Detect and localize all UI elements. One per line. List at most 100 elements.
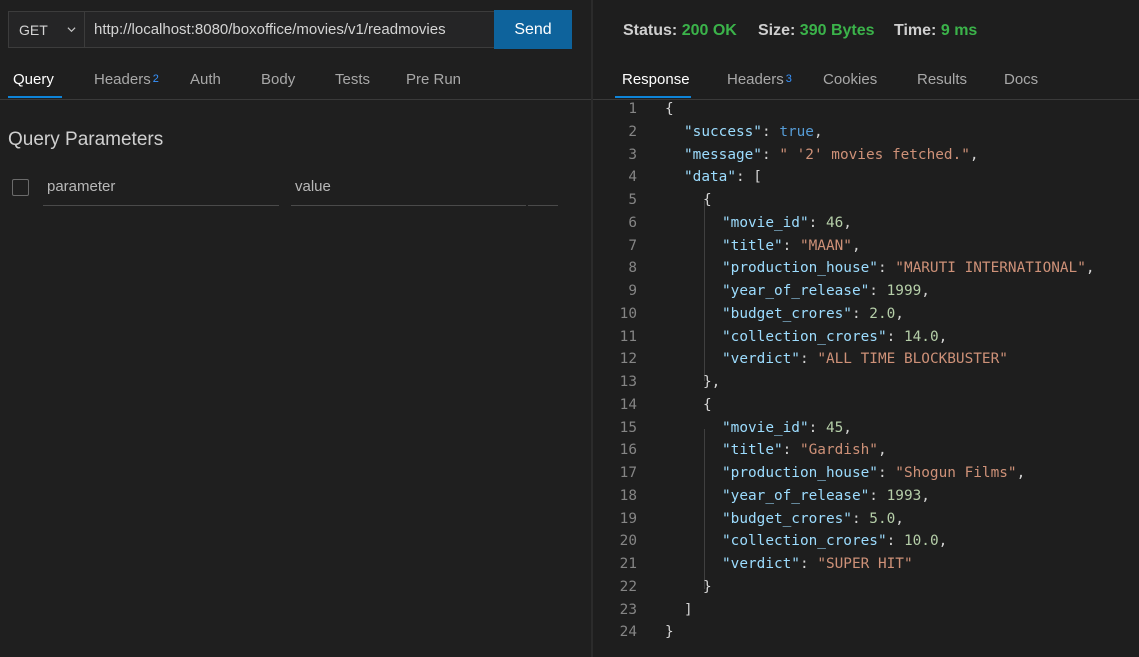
line-number: 8: [628, 260, 637, 277]
code-text: "title": "Gardish",: [722, 442, 887, 459]
line-number: 16: [619, 442, 637, 459]
line-number: 2: [628, 123, 637, 140]
code-text: "success": true,: [684, 123, 823, 140]
code-text: "message": " '2' movies fetched.",: [684, 146, 979, 163]
line-number: 20: [619, 533, 637, 550]
line-number: 7: [628, 237, 637, 254]
status-readout: Status: 200 OK: [623, 22, 737, 40]
code-line: 6 "movie_id": 46,: [593, 215, 1139, 238]
code-line: 19 "budget_crores": 5.0,: [593, 511, 1139, 534]
code-text: "year_of_release": 1993,: [722, 487, 930, 504]
code-text: "verdict": "ALL TIME BLOCKBUSTER": [722, 351, 1008, 368]
line-number: 5: [628, 192, 637, 208]
code-line: 9 "year_of_release": 1999,: [593, 283, 1139, 306]
code-line: 20 "collection_crores": 10.0,: [593, 533, 1139, 556]
query-parameters-title: Query Parameters: [8, 129, 164, 150]
line-number: 22: [619, 578, 637, 595]
code-line: 15 "movie_id": 45,: [593, 420, 1139, 443]
tab-cookies[interactable]: Cookies: [823, 71, 877, 88]
size-value: 390 Bytes: [799, 22, 875, 39]
code-text: {: [665, 101, 674, 117]
code-text: "year_of_release": 1999,: [722, 283, 930, 299]
code-text: {: [703, 396, 712, 413]
send-button[interactable]: Send: [494, 10, 572, 49]
code-text: {: [703, 192, 712, 208]
code-text: "data": [: [684, 169, 762, 186]
code-text: "movie_id": 45,: [722, 419, 852, 436]
status-value: 200 OK: [681, 22, 737, 39]
line-number: 11: [619, 328, 637, 345]
url-value: http://localhost:8080/boxoffice/movies/v…: [94, 21, 446, 38]
line-number: 12: [619, 351, 637, 368]
param-enable-checkbox[interactable]: [12, 179, 29, 196]
code-text: "production_house": "Shogun Films",: [722, 465, 1026, 481]
response-tab-divider: [593, 99, 1139, 100]
code-text: "verdict": "SUPER HIT": [722, 556, 913, 572]
time-readout: Time: 9 ms: [894, 22, 977, 40]
tab-response-headers[interactable]: Headers 3: [727, 71, 792, 88]
headers-count-badge: 2: [152, 73, 159, 85]
line-number: 1: [628, 101, 637, 117]
line-number: 19: [619, 510, 637, 527]
code-line: 23]: [593, 602, 1139, 625]
code-line: 16 "title": "Gardish",: [593, 442, 1139, 465]
code-text: "collection_crores": 14.0,: [722, 328, 948, 345]
tab-pre-run[interactable]: Pre Run: [406, 71, 461, 88]
tab-docs[interactable]: Docs: [1004, 71, 1038, 88]
parameter-input[interactable]: parameter: [43, 178, 279, 206]
param-extra-field[interactable]: [528, 178, 558, 206]
code-line: 24}: [593, 624, 1139, 647]
size-readout: Size: 390 Bytes: [758, 22, 875, 40]
method-select[interactable]: GET: [8, 11, 85, 48]
tab-headers[interactable]: Headers 2: [94, 71, 159, 88]
code-text: "budget_crores": 5.0,: [722, 510, 904, 527]
line-number: 21: [619, 556, 637, 572]
line-number: 14: [619, 396, 637, 413]
code-text: },: [703, 374, 721, 390]
line-number: 3: [628, 146, 637, 163]
request-pane: GET http://localhost:8080/boxoffice/movi…: [0, 0, 591, 657]
line-number: 10: [619, 305, 637, 322]
code-line: 13},: [593, 374, 1139, 397]
code-line: 2 "success": true,: [593, 124, 1139, 147]
tab-body[interactable]: Body: [261, 71, 295, 88]
line-number: 17: [619, 465, 637, 481]
tab-divider: [0, 99, 591, 100]
code-line: 4 "data": [: [593, 169, 1139, 192]
code-line: 14 {: [593, 397, 1139, 420]
value-placeholder: value: [295, 178, 331, 195]
chevron-down-icon: [67, 27, 76, 33]
url-input[interactable]: http://localhost:8080/boxoffice/movies/v…: [85, 11, 495, 48]
tab-response[interactable]: Response: [622, 71, 690, 88]
parameter-placeholder: parameter: [47, 178, 116, 195]
code-line: 8 "production_house": "MARUTI INTERNATION…: [593, 260, 1139, 283]
code-line: 3 "message": " '2' movies fetched.",: [593, 147, 1139, 170]
line-number: 15: [619, 419, 637, 436]
code-line: 5{: [593, 192, 1139, 215]
tab-results[interactable]: Results: [917, 71, 967, 88]
code-text: "production_house": "MARUTI INTERNATIONA…: [722, 260, 1095, 277]
code-text: "budget_crores": 2.0,: [722, 305, 904, 322]
code-line: 11 "collection_crores": 14.0,: [593, 329, 1139, 352]
tab-query[interactable]: Query: [13, 71, 54, 88]
response-active-tab-indicator: [615, 96, 691, 98]
size-label: Size:: [758, 22, 796, 39]
time-label: Time:: [894, 22, 937, 39]
code-line: 22}: [593, 579, 1139, 602]
value-input[interactable]: value: [291, 178, 526, 206]
line-number: 24: [619, 624, 637, 641]
line-number: 18: [619, 487, 637, 504]
line-number: 4: [628, 169, 637, 186]
time-value: 9 ms: [940, 22, 978, 39]
code-text: "title": "MAAN",: [722, 237, 861, 254]
request-tabs: Query Headers 2 Auth Body Tests Pre Run: [0, 71, 591, 101]
code-line: 21 "verdict": "SUPER HIT": [593, 556, 1139, 579]
code-line: 1{: [593, 101, 1139, 124]
line-number: 9: [628, 283, 637, 299]
status-label: Status:: [623, 22, 678, 39]
code-text: }: [665, 624, 674, 641]
tab-tests[interactable]: Tests: [335, 71, 370, 88]
response-headers-count-badge: 3: [785, 73, 792, 85]
tab-auth[interactable]: Auth: [190, 71, 221, 88]
response-pane: Status: 200 OK Size: 390 Bytes Time: 9 m…: [593, 0, 1139, 657]
